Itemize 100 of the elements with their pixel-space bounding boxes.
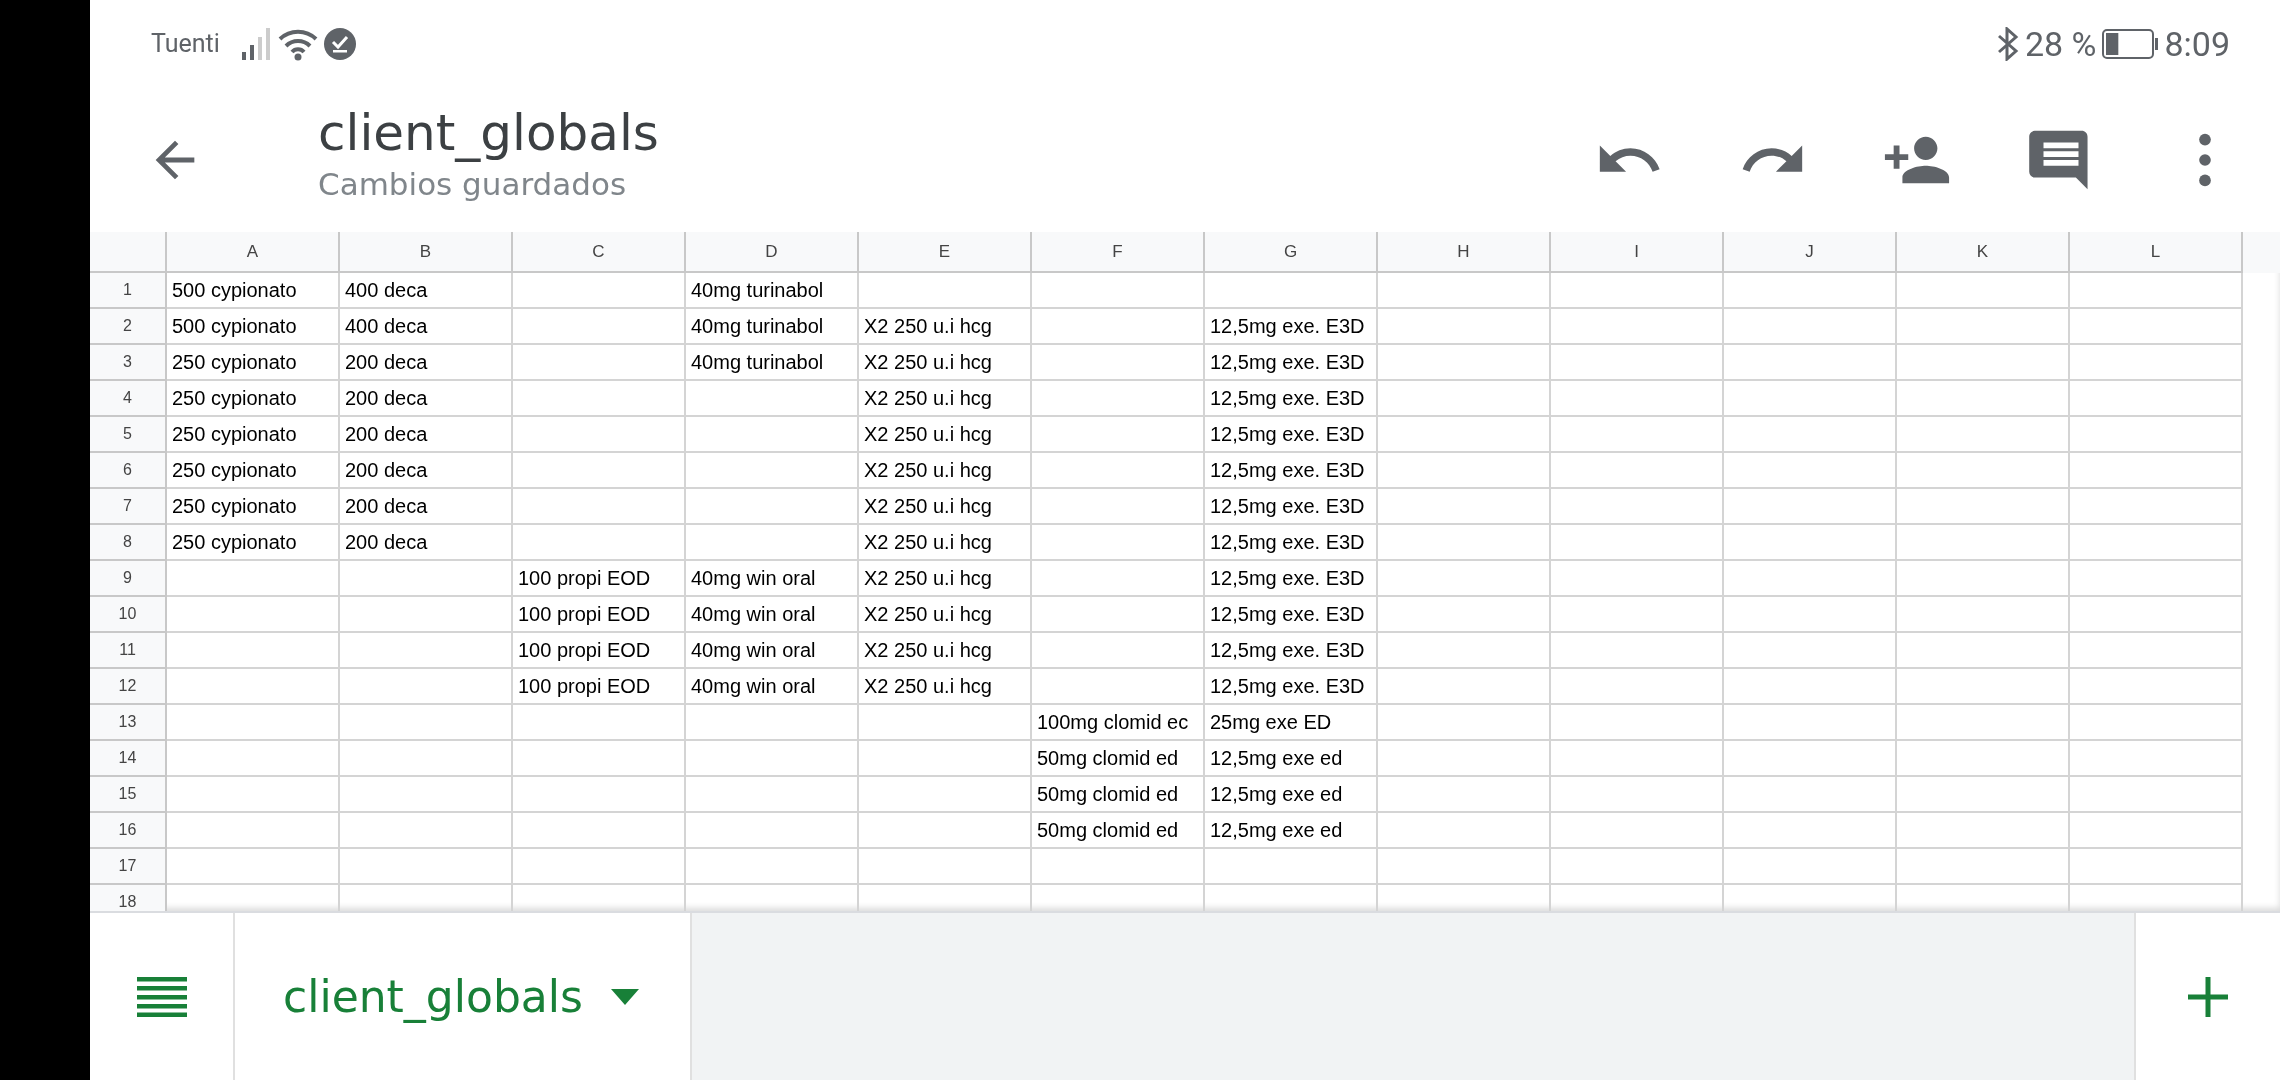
row-header[interactable]: 7 [90,489,167,525]
row-header[interactable]: 3 [90,345,167,381]
table-cell[interactable]: 200 deca [340,525,513,561]
empty-cell[interactable] [340,633,513,669]
empty-cell[interactable] [1032,669,1205,705]
table-cell[interactable]: X2 250 u.i hcg [859,453,1032,489]
table-cell[interactable]: X2 250 u.i hcg [859,669,1032,705]
row-header[interactable]: 6 [90,453,167,489]
empty-cell[interactable] [1724,345,1897,381]
empty-cell[interactable] [1032,489,1205,525]
table-cell[interactable]: 100mg clomid ec [1032,705,1205,741]
table-cell[interactable]: 40mg turinabol [686,273,859,309]
empty-cell[interactable] [2070,453,2243,489]
empty-cell[interactable] [859,849,1032,885]
empty-cell[interactable] [2070,633,2243,669]
table-cell[interactable]: X2 250 u.i hcg [859,345,1032,381]
empty-cell[interactable] [859,777,1032,813]
empty-cell[interactable] [1551,705,1724,741]
table-cell[interactable]: 100 propi EOD [513,633,686,669]
empty-cell[interactable] [1897,741,2070,777]
table-cell[interactable]: X2 250 u.i hcg [859,525,1032,561]
empty-cell[interactable] [1897,417,2070,453]
table-cell[interactable]: 200 deca [340,381,513,417]
table-cell[interactable]: 12,5mg exe. E3D [1205,669,1378,705]
row-header[interactable]: 8 [90,525,167,561]
select-all-corner[interactable] [90,232,167,273]
empty-cell[interactable] [513,489,686,525]
empty-cell[interactable] [1897,669,2070,705]
empty-cell[interactable] [1897,633,2070,669]
empty-cell[interactable] [859,273,1032,309]
table-cell[interactable]: 50mg clomid ed [1032,777,1205,813]
empty-cell[interactable] [686,705,859,741]
empty-cell[interactable] [1724,813,1897,849]
empty-cell[interactable] [859,705,1032,741]
empty-cell[interactable] [2070,489,2243,525]
table-cell[interactable]: 40mg turinabol [686,309,859,345]
row-header[interactable]: 14 [90,741,167,777]
empty-cell[interactable] [1551,489,1724,525]
empty-cell[interactable] [1897,597,2070,633]
empty-cell[interactable] [1897,381,2070,417]
row-header[interactable]: 17 [90,849,167,885]
empty-cell[interactable] [513,273,686,309]
table-cell[interactable]: 500 cypionato [167,273,340,309]
table-cell[interactable]: 12,5mg exe. E3D [1205,453,1378,489]
dropdown-caret-icon[interactable] [610,988,639,1005]
empty-cell[interactable] [859,813,1032,849]
empty-cell[interactable] [513,417,686,453]
empty-cell[interactable] [1724,741,1897,777]
empty-cell[interactable] [1897,453,2070,489]
table-cell[interactable]: 200 deca [340,345,513,381]
table-cell[interactable]: 250 cypionato [167,345,340,381]
column-header[interactable]: D [686,232,859,273]
empty-cell[interactable] [1032,525,1205,561]
empty-cell[interactable] [1032,849,1205,885]
table-cell[interactable]: X2 250 u.i hcg [859,381,1032,417]
empty-cell[interactable] [513,453,686,489]
empty-cell[interactable] [1551,273,1724,309]
empty-cell[interactable] [686,741,859,777]
table-cell[interactable]: 40mg win oral [686,597,859,633]
empty-cell[interactable] [1378,633,1551,669]
empty-cell[interactable] [1378,525,1551,561]
empty-cell[interactable] [686,849,859,885]
empty-cell[interactable] [1378,777,1551,813]
empty-cell[interactable] [1724,777,1897,813]
table-cell[interactable]: 500 cypionato [167,309,340,345]
table-cell[interactable]: 200 deca [340,489,513,525]
table-cell[interactable]: 12,5mg exe. E3D [1205,309,1378,345]
empty-cell[interactable] [1378,813,1551,849]
empty-cell[interactable] [513,813,686,849]
empty-cell[interactable] [1724,489,1897,525]
empty-cell[interactable] [2070,309,2243,345]
table-cell[interactable]: X2 250 u.i hcg [859,309,1032,345]
row-header[interactable]: 11 [90,633,167,669]
empty-cell[interactable] [1897,561,2070,597]
empty-cell[interactable] [1032,561,1205,597]
column-header[interactable]: K [1897,232,2070,273]
empty-cell[interactable] [340,669,513,705]
empty-cell[interactable] [686,777,859,813]
table-cell[interactable]: 100 propi EOD [513,597,686,633]
table-cell[interactable]: 250 cypionato [167,381,340,417]
table-cell[interactable]: 40mg turinabol [686,345,859,381]
table-cell[interactable]: 200 deca [340,417,513,453]
column-header[interactable]: E [859,232,1032,273]
empty-cell[interactable] [513,525,686,561]
table-cell[interactable]: 12,5mg exe. E3D [1205,381,1378,417]
table-cell[interactable]: X2 250 u.i hcg [859,561,1032,597]
empty-cell[interactable] [1897,273,2070,309]
table-cell[interactable]: 50mg clomid ed [1032,813,1205,849]
empty-cell[interactable] [1032,345,1205,381]
empty-cell[interactable] [686,381,859,417]
empty-cell[interactable] [1551,669,1724,705]
empty-cell[interactable] [1378,705,1551,741]
table-cell[interactable]: 400 deca [340,309,513,345]
empty-cell[interactable] [1897,813,2070,849]
table-cell[interactable]: 12,5mg exe. E3D [1205,597,1378,633]
empty-cell[interactable] [1724,633,1897,669]
empty-cell[interactable] [1378,489,1551,525]
empty-cell[interactable] [1724,525,1897,561]
empty-cell[interactable] [1551,381,1724,417]
empty-cell[interactable] [1724,381,1897,417]
